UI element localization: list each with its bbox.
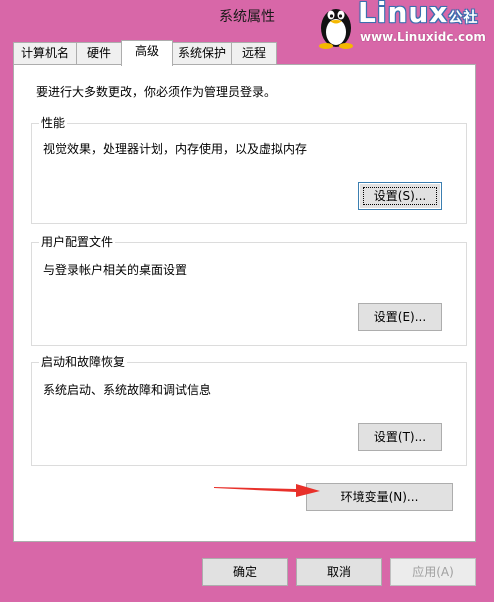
tux-penguin-icon bbox=[319, 9, 353, 49]
startup-recovery-description: 系统启动、系统故障和调试信息 bbox=[43, 383, 212, 397]
user-profiles-label: 用户配置文件 bbox=[39, 234, 116, 250]
performance-group: 性能 视觉效果，处理器计划，内存使用，以及虚拟内存 设置(S)... bbox=[31, 115, 467, 224]
watermark-url: www.Linuxidc.com bbox=[360, 30, 486, 44]
tab-advanced[interactable]: 高级 bbox=[121, 40, 173, 66]
tab-computer-name[interactable]: 计算机名 bbox=[13, 42, 77, 64]
startup-recovery-label: 启动和故障恢复 bbox=[39, 354, 128, 370]
watermark-brand: Linux公社 bbox=[358, 0, 479, 29]
environment-variables-button[interactable]: 环境变量(N)... bbox=[306, 483, 453, 511]
performance-description: 视觉效果，处理器计划，内存使用，以及虚拟内存 bbox=[43, 142, 308, 156]
tab-system-protection[interactable]: 系统保护 bbox=[172, 42, 232, 64]
startup-recovery-settings-button[interactable]: 设置(T)... bbox=[358, 423, 442, 451]
ok-button[interactable]: 确定 bbox=[202, 558, 288, 586]
user-profiles-group: 用户配置文件 与登录帐户相关的桌面设置 设置(E)... bbox=[31, 234, 467, 346]
linuxidc-watermark: Linux公社 www.Linuxidc.com bbox=[314, 0, 490, 52]
performance-settings-button[interactable]: 设置(S)... bbox=[358, 182, 442, 210]
startup-recovery-group: 启动和故障恢复 系统启动、系统故障和调试信息 设置(T)... bbox=[31, 354, 467, 466]
cancel-button[interactable]: 取消 bbox=[296, 558, 382, 586]
admin-notice: 要进行大多数更改，你必须作为管理员登录。 bbox=[36, 85, 277, 99]
system-properties-window: 系统属性 Linux公社 www.Linuxidc.com 计算机名 硬件 高级… bbox=[0, 0, 494, 602]
user-profiles-description: 与登录帐户相关的桌面设置 bbox=[43, 263, 188, 277]
tab-remote[interactable]: 远程 bbox=[231, 42, 277, 64]
dialog-footer: 确定 取消 应用(A) bbox=[0, 542, 494, 602]
apply-button[interactable]: 应用(A) bbox=[390, 558, 476, 586]
performance-settings-label: 设置(S)... bbox=[359, 183, 441, 209]
advanced-tab-panel: 要进行大多数更改，你必须作为管理员登录。 性能 视觉效果，处理器计划，内存使用，… bbox=[13, 64, 476, 542]
tab-hardware[interactable]: 硬件 bbox=[76, 42, 122, 64]
performance-label: 性能 bbox=[39, 115, 68, 131]
annotation-arrow-icon bbox=[214, 484, 320, 497]
user-profiles-settings-button[interactable]: 设置(E)... bbox=[358, 303, 442, 331]
